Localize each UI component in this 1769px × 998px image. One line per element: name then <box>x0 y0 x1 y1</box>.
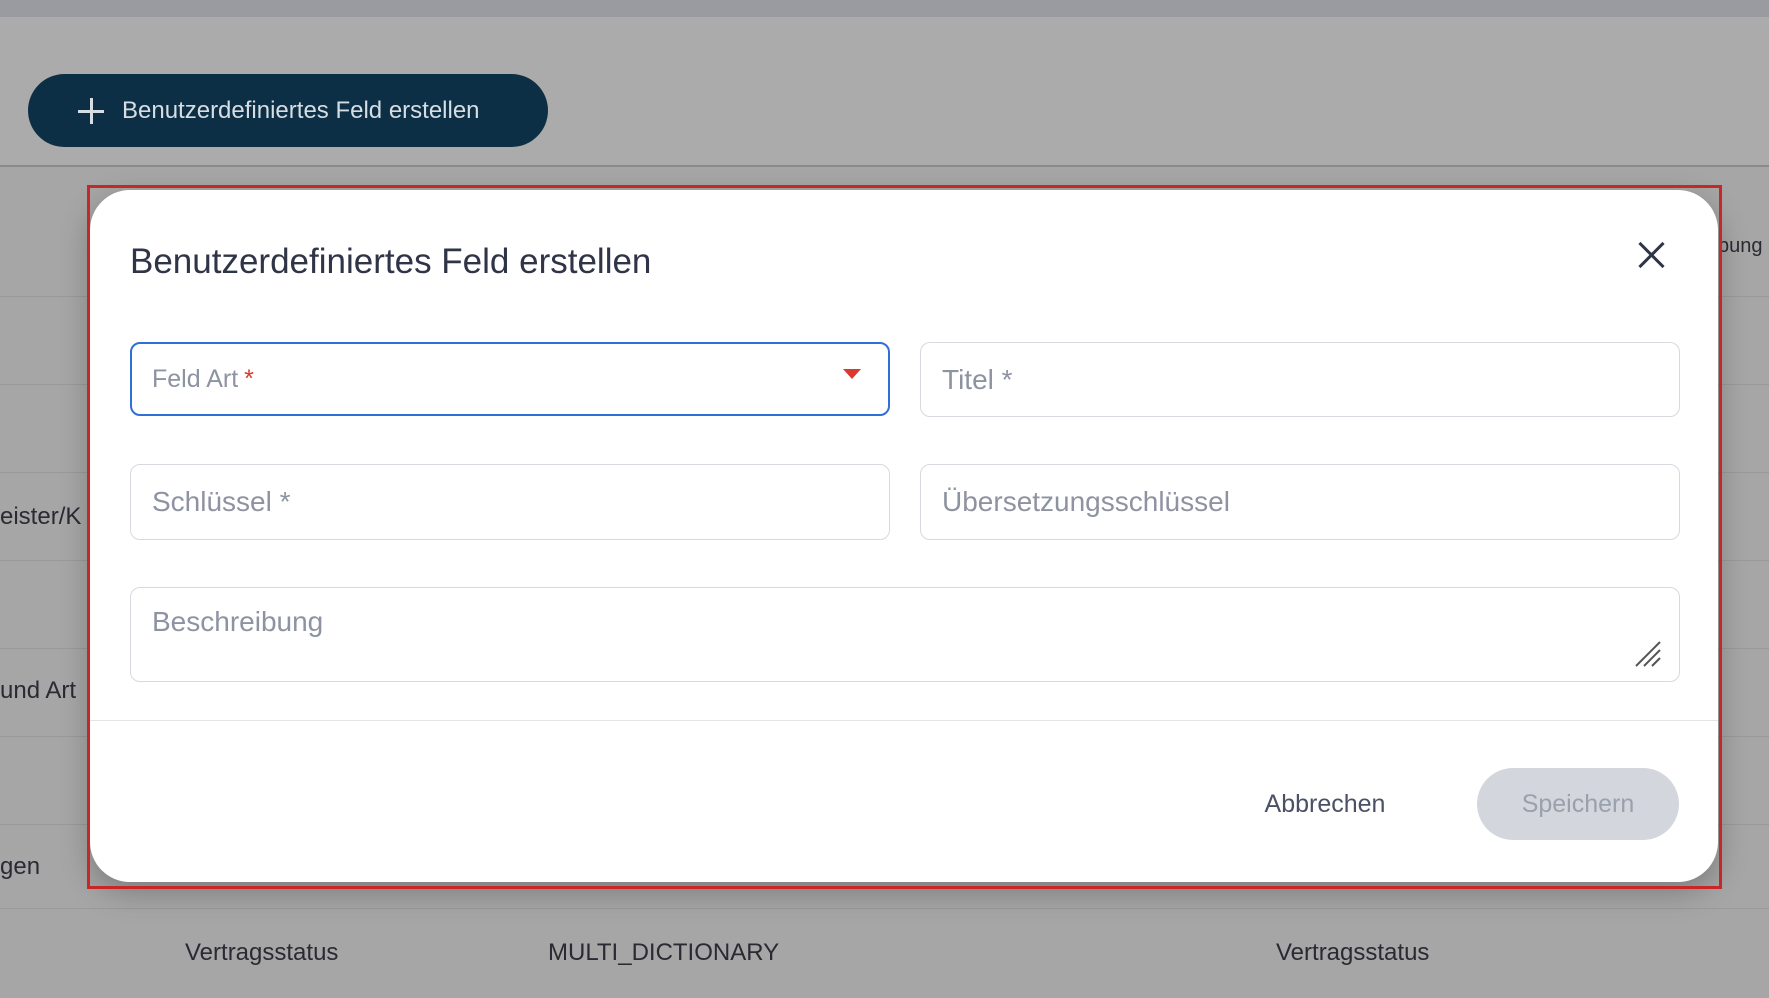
key-placeholder: Schlüssel * <box>152 486 291 517</box>
required-marker: * <box>244 364 254 393</box>
resize-handle-icon[interactable] <box>1634 640 1662 668</box>
create-custom-field-button[interactable]: Benutzerdefiniertes Feld erstellen <box>28 74 548 147</box>
toolbar: Benutzerdefiniertes Feld erstellen <box>0 17 1769 167</box>
dropdown-caret-icon <box>843 369 861 379</box>
translation-key-input[interactable]: Übersetzungsschlüssel <box>920 464 1680 540</box>
key-input[interactable]: Schlüssel * <box>130 464 890 540</box>
field-type-label: Feld Art <box>152 364 239 393</box>
table-cell-fragment: eister/K <box>0 503 82 530</box>
table-cell-type: MULTI_DICTIONARY <box>548 939 780 966</box>
footer-divider <box>90 720 1718 721</box>
table-cell-fragment: gen <box>0 853 41 880</box>
create-field-dialog: Benutzerdefiniertes Feld erstellen Feld … <box>90 190 1718 882</box>
top-strip <box>0 0 1769 17</box>
create-custom-field-label: Benutzerdefiniertes Feld erstellen <box>122 96 480 124</box>
table-cell-translation: Vertragsstatus <box>1276 939 1430 966</box>
row-divider <box>0 908 1769 909</box>
table-cell-name: Vertragsstatus <box>185 939 339 966</box>
table-cell-fragment: und Art <box>0 677 77 704</box>
plus-icon <box>78 97 104 124</box>
close-icon[interactable] <box>1633 236 1671 274</box>
title-input[interactable]: Titel * <box>920 342 1680 417</box>
field-type-select[interactable]: Feld Art * <box>130 342 890 416</box>
description-textarea[interactable]: Beschreibung <box>130 587 1680 682</box>
dialog-title: Benutzerdefiniertes Feld erstellen <box>130 242 652 281</box>
cancel-button[interactable]: Abbrechen <box>1250 768 1400 840</box>
translation-key-placeholder: Übersetzungsschlüssel <box>942 486 1230 517</box>
description-placeholder: Beschreibung <box>152 606 324 637</box>
column-header-fragment: bung <box>1718 235 1763 257</box>
title-placeholder: Titel * <box>942 363 1013 395</box>
save-button[interactable]: Speichern <box>1477 768 1679 840</box>
